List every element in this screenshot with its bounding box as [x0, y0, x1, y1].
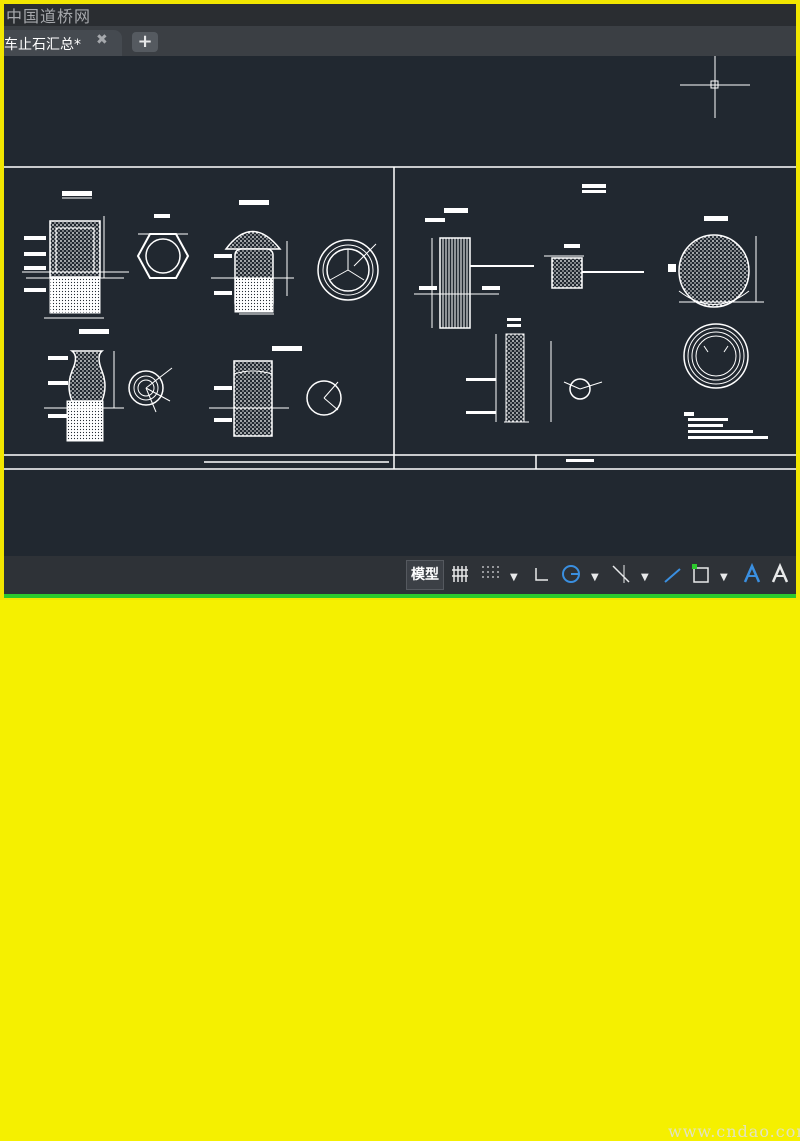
stone-detail-4: [209, 346, 302, 437]
plus-icon: +: [137, 31, 153, 52]
isodraft-icon[interactable]: [662, 563, 684, 585]
selection-cycling-icon[interactable]: [690, 562, 714, 586]
ortho-icon[interactable]: [532, 564, 552, 584]
drawing-canvas[interactable]: [4, 56, 796, 556]
polar-icon[interactable]: [560, 563, 582, 585]
file-tab-strip: 车止石汇总* ✖ +: [4, 26, 796, 56]
stone-plan-small-ring: [128, 367, 173, 413]
tools-icon[interactable]: [768, 562, 792, 586]
chevron-down-icon[interactable]: ▼: [591, 572, 599, 583]
chevron-down-icon[interactable]: ▼: [720, 572, 728, 583]
watermark-top: 中国道桥网: [6, 7, 92, 26]
stone-plan-ring: [317, 239, 379, 301]
grid-icon[interactable]: [450, 564, 470, 584]
stone-plan-circle: [306, 380, 342, 416]
chevron-down-icon[interactable]: ▼: [510, 572, 518, 583]
stone-detail-2: [211, 200, 294, 315]
file-tab-active[interactable]: 车止石汇总* ✖: [4, 30, 122, 56]
status-indicator-bar: [4, 594, 796, 598]
notes-block: [684, 412, 768, 439]
stone-detail-1: [22, 191, 129, 319]
round-stone-elevation: [668, 216, 764, 308]
scale-label-bar: [566, 459, 594, 462]
app-window: 中国道桥网 车止石汇总* ✖ + www.cndao.com 模型 ▼ ▼ ▼ …: [0, 0, 800, 1141]
bollard-section: [544, 244, 644, 289]
chevron-down-icon[interactable]: ▼: [641, 572, 649, 583]
post-section-plan: [563, 378, 603, 400]
round-stone-plan: [683, 323, 749, 389]
new-tab-button[interactable]: +: [132, 32, 158, 52]
title-block-right: [582, 184, 606, 193]
post-section-detail: [466, 318, 552, 423]
model-space-button[interactable]: 模型: [406, 560, 444, 590]
annotation-icon[interactable]: [740, 562, 764, 586]
drawing-frame: [4, 166, 796, 470]
snap-grid-icon[interactable]: [480, 564, 500, 584]
crosshair-cursor: [680, 56, 750, 118]
drawing-svg: [4, 56, 796, 470]
stone-detail-3: [44, 329, 124, 442]
file-tab-label: 车止石汇总*: [4, 37, 81, 53]
bollard-elevation: [414, 208, 534, 329]
title-bar: 中国道桥网: [4, 4, 796, 26]
osnap-icon[interactable]: [610, 563, 632, 585]
close-icon[interactable]: ✖: [96, 32, 108, 48]
watermark-bottom: www.cndao.com: [668, 1122, 800, 1141]
stone-plan-hexagon: [136, 214, 190, 279]
